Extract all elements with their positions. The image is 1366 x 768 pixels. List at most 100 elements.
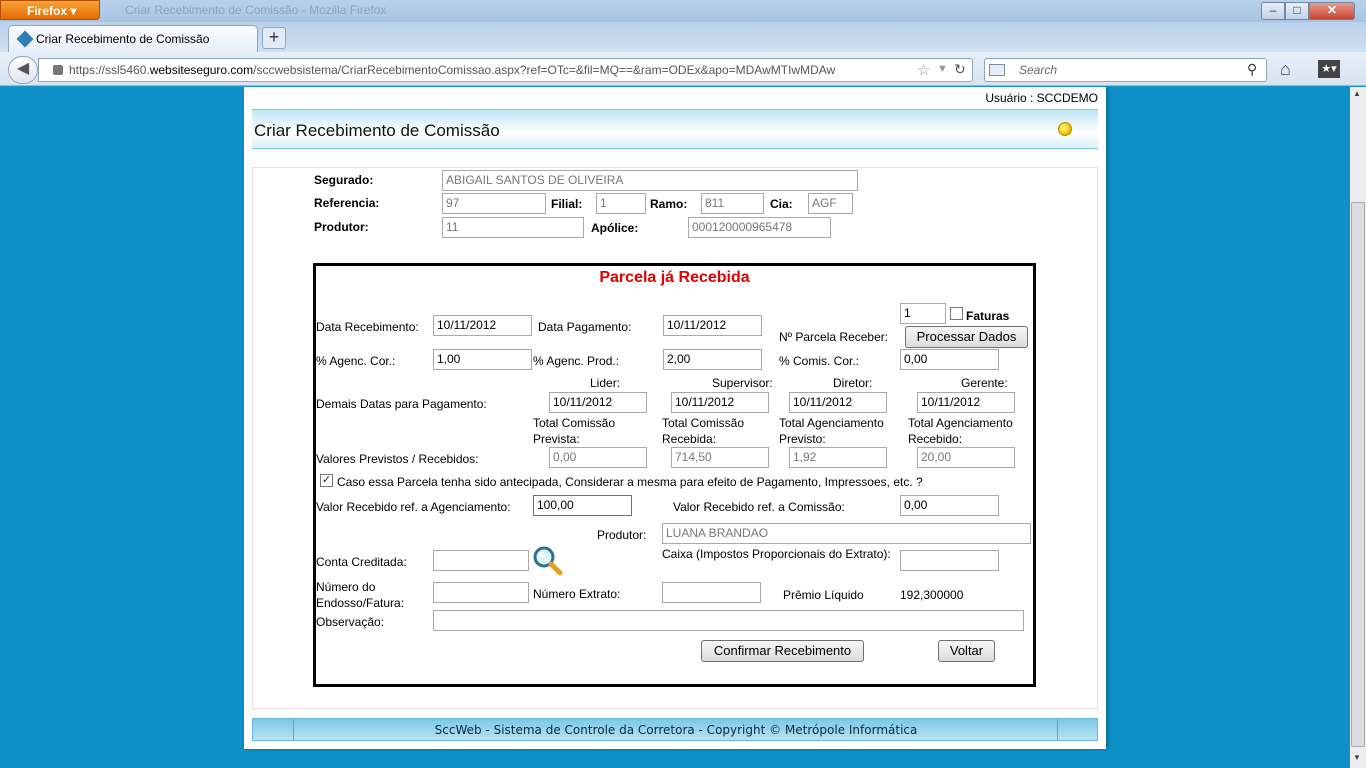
search-icon[interactable] xyxy=(531,544,563,576)
data-recebimento-label: Data Recebimento: xyxy=(316,320,419,334)
filial-field[interactable]: 1 xyxy=(596,193,646,214)
new-tab-button[interactable]: + xyxy=(262,27,286,49)
parcela-receber-label: Nº Parcela Receber: xyxy=(779,330,889,344)
parcela-panel: Parcela já Recebida 1 Faturas Data Receb… xyxy=(313,263,1036,687)
history-dropdown-icon[interactable]: ▼ xyxy=(937,63,948,75)
gerente-label: Gerente: xyxy=(961,376,1008,390)
search-icon[interactable]: ⚲ xyxy=(1247,61,1257,78)
conta-creditada-label: Conta Creditada: xyxy=(316,555,407,569)
valor-agenciamento-label: Valor Recebido ref. a Agenciamento: xyxy=(316,500,511,514)
scroll-up-icon[interactable]: ▲ xyxy=(1353,89,1361,98)
conta-creditada-field[interactable] xyxy=(433,550,529,571)
faturas-checkbox[interactable] xyxy=(950,307,963,320)
total-comissao-recebida-field[interactable]: 714,50 xyxy=(671,447,769,468)
valor-comissao-field[interactable]: 0,00 xyxy=(900,495,999,516)
page-scrollbar[interactable]: ▲ ▼ xyxy=(1350,87,1366,768)
processar-dados-button[interactable]: Processar Dados xyxy=(905,326,1028,348)
page-container: Usuário : SCCDEMO Criar Recebimento de C… xyxy=(244,87,1106,749)
close-window-button[interactable]: ✕ xyxy=(1309,2,1355,20)
produtor-code-field[interactable]: 11 xyxy=(442,217,584,238)
firefox-menu-button[interactable]: Firefox ▾ xyxy=(0,0,100,20)
segurado-field[interactable]: ABIGAIL SANTOS DE OLIVEIRA xyxy=(442,170,858,191)
site-favicon-icon xyxy=(16,30,34,48)
lider-date-field[interactable]: 10/11/2012 xyxy=(549,392,647,413)
valor-agenciamento-field[interactable]: 100,00 xyxy=(533,495,632,516)
search-bar[interactable]: Search ⚲ xyxy=(984,58,1267,82)
footer: SccWeb - Sistema de Controle da Corretor… xyxy=(252,718,1098,741)
gerente-date-field[interactable]: 10/11/2012 xyxy=(917,392,1015,413)
numero-endosso-label: Número do Endosso/Fatura: xyxy=(316,580,405,610)
search-placeholder: Search xyxy=(1019,63,1058,77)
diretor-label: Diretor: xyxy=(833,376,873,390)
status-indicator-icon xyxy=(1058,122,1072,136)
diretor-date-field[interactable]: 10/11/2012 xyxy=(789,392,887,413)
data-recebimento-field[interactable]: 10/11/2012 xyxy=(433,315,532,336)
valores-previstos-label: Valores Previstos / Recebidos: xyxy=(316,452,479,466)
comis-cor-field[interactable]: 0,00 xyxy=(900,349,999,370)
demais-datas-label: Demais Datas para Pagamento: xyxy=(316,397,487,411)
total-agenciamento-previsto-field[interactable]: 1,92 xyxy=(789,447,887,468)
page-viewport: Usuário : SCCDEMO Criar Recebimento de C… xyxy=(0,87,1350,768)
supervisor-date-field[interactable]: 10/11/2012 xyxy=(671,392,769,413)
parcela-title: Parcela já Recebida xyxy=(599,269,750,286)
minimize-button[interactable]: – xyxy=(1261,2,1285,20)
comis-cor-label: % Comis. Cor.: xyxy=(779,354,860,368)
maximize-button[interactable]: □ xyxy=(1285,2,1309,20)
produtor-label: Produtor: xyxy=(314,220,369,234)
numero-endosso-field[interactable] xyxy=(433,582,529,603)
numero-extrato-field[interactable] xyxy=(662,582,761,603)
url-bar[interactable]: https://ssl5460.websiteseguro.com/sccweb… xyxy=(38,58,973,82)
cia-label: Cia: xyxy=(770,197,793,211)
parcela-number-field[interactable]: 1 xyxy=(900,303,946,324)
scroll-down-icon[interactable]: ▼ xyxy=(1353,753,1361,762)
total-agenciamento-previsto-label: Total Agenciamento Previsto: xyxy=(779,416,884,446)
user-label: Usuário : SCCDEMO xyxy=(985,91,1098,105)
reload-icon[interactable]: ↻ xyxy=(954,61,966,78)
scroll-thumb[interactable] xyxy=(1351,202,1365,747)
ramo-field[interactable]: 811 xyxy=(701,193,764,214)
antecipada-label: Caso essa Parcela tenha sido antecipada,… xyxy=(337,475,923,489)
voltar-button[interactable]: Voltar xyxy=(938,640,995,662)
page-title: Criar Recebimento de Comissão xyxy=(254,121,500,140)
tab-criar-recebimento[interactable]: Criar Recebimento de Comissão xyxy=(8,25,258,52)
bookmarks-menu-icon[interactable]: ★▾ xyxy=(1318,60,1340,78)
total-agenciamento-recebido-label: Total Agenciamento Recebido: xyxy=(908,416,1013,446)
numero-extrato-label: Número Extrato: xyxy=(533,587,621,601)
back-icon[interactable]: ◀ xyxy=(8,56,38,84)
ramo-label: Ramo: xyxy=(650,197,688,211)
tab-strip: Criar Recebimento de Comissão + xyxy=(0,22,1366,52)
search-engine-icon[interactable] xyxy=(989,64,1005,76)
premio-liquido-label: Prêmio Líquido xyxy=(783,588,864,602)
valor-comissao-label: Valor Recebido ref. a Comissão: xyxy=(673,500,845,514)
cia-field[interactable]: AGF xyxy=(808,193,853,214)
apolice-field[interactable]: 000120000965478 xyxy=(688,217,831,238)
total-comissao-prevista-field[interactable]: 0,00 xyxy=(549,447,647,468)
confirmar-recebimento-button[interactable]: Confirmar Recebimento xyxy=(701,640,864,662)
produtor-nome-field[interactable]: LUANA BRANDAO xyxy=(662,523,1031,544)
agenc-prod-field[interactable]: 2,00 xyxy=(663,349,762,370)
antecipada-checkbox[interactable]: ✓ xyxy=(320,474,333,487)
agenc-cor-field[interactable]: 1,00 xyxy=(433,349,532,370)
home-icon[interactable]: ⌂ xyxy=(1280,59,1291,80)
apolice-label: Apólice: xyxy=(591,221,639,235)
agenc-prod-label: % Agenc. Prod.: xyxy=(533,354,620,368)
navigation-bar: ◀ https://ssl5460.websiteseguro.com/sccw… xyxy=(0,52,1366,86)
lider-label: Lider: xyxy=(590,376,621,390)
premio-liquido-value: 192,300000 xyxy=(900,588,964,602)
caixa-label: Caixa (Impostos Proporcionais do Extrato… xyxy=(662,547,891,561)
supervisor-label: Supervisor: xyxy=(712,376,773,390)
url-text[interactable]: https://ssl5460.websiteseguro.com/sccweb… xyxy=(69,63,913,77)
lock-icon xyxy=(53,65,63,75)
referencia-field[interactable]: 97 xyxy=(442,193,546,214)
referencia-label: Referencia: xyxy=(314,196,380,210)
bookmark-star-icon[interactable]: ☆ xyxy=(917,61,930,79)
tab-title: Criar Recebimento de Comissão xyxy=(36,32,210,46)
caixa-field[interactable] xyxy=(900,550,999,571)
header-band: Criar Recebimento de Comissão xyxy=(252,109,1098,149)
observacao-label: Observação: xyxy=(316,615,385,629)
window-title: Criar Recebimento de Comissão - Mozilla … xyxy=(125,3,387,17)
total-comissao-recebida-label: Total Comissão Recebida: xyxy=(662,416,745,446)
observacao-field[interactable] xyxy=(433,610,1024,631)
total-agenciamento-recebido-field[interactable]: 20,00 xyxy=(917,447,1015,468)
data-pagamento-field[interactable]: 10/11/2012 xyxy=(663,315,762,336)
